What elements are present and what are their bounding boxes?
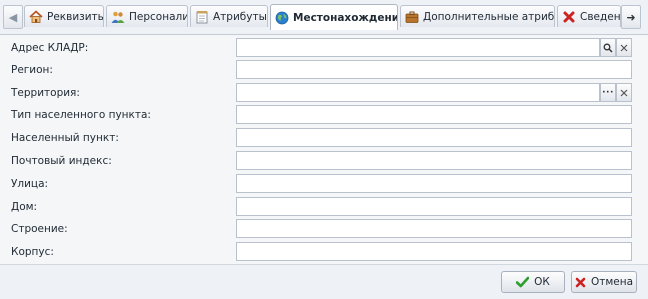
naselennyi-punkt-input[interactable]	[236, 128, 632, 147]
field-label: Адрес КЛАДР:	[11, 42, 89, 54]
location-form: Адрес КЛАДР: Регион: Территория: ··· Тип…	[0, 35, 648, 265]
tab-dopolnitelnye-atributy[interactable]: Дополнительные атрибуты	[400, 5, 555, 27]
tab-label: Атрибуты	[213, 10, 267, 23]
pochtovyi-indeks-input[interactable]	[236, 151, 632, 170]
field-label: Почтовый индекс:	[11, 155, 112, 167]
select-button[interactable]: ···	[600, 83, 616, 102]
notepad-icon	[195, 10, 209, 24]
tab-label: Дополнительные атрибуты	[423, 10, 555, 23]
form-row-dom: Дом:	[0, 197, 648, 219]
clear-icon	[620, 44, 628, 51]
form-row-adres-kladr: Адрес КЛАДР:	[0, 38, 648, 60]
clear-button[interactable]	[616, 38, 632, 57]
tab-atributy[interactable]: Атрибуты	[190, 5, 268, 27]
stroenie-input[interactable]	[236, 219, 632, 238]
tab-label: Реквизиты	[47, 10, 104, 23]
tab-svedeniya[interactable]: Сведения	[557, 5, 621, 27]
tab-rekvizity[interactable]: Реквизиты	[24, 5, 104, 27]
arrow-right-icon: ➜	[626, 10, 636, 24]
field-label: Дом:	[11, 201, 38, 213]
ulitsa-input[interactable]	[236, 174, 632, 193]
adres-kladr-input[interactable]	[236, 38, 600, 57]
form-row-ulitsa: Улица:	[0, 174, 648, 196]
field-label: Населенный пункт:	[11, 132, 119, 144]
form-row-naselennyi-punkt: Населенный пункт:	[0, 128, 648, 150]
arrow-left-icon: ◀	[8, 10, 18, 24]
ok-button-label: ОК	[534, 276, 550, 288]
tab-label: Персоналии	[129, 10, 187, 23]
cancel-button-label: Отмена	[590, 276, 634, 288]
tab-bar: ◀ Реквизиты Персоналии Атрибуты Местонах…	[0, 0, 648, 35]
region-input[interactable]	[236, 60, 632, 79]
search-button[interactable]	[600, 38, 616, 57]
clear-button[interactable]	[616, 83, 632, 102]
tip-naselennogo-punkta-input[interactable]	[236, 105, 632, 124]
red-x-icon	[575, 277, 586, 288]
field-label: Улица:	[11, 178, 49, 190]
form-row-region: Регион:	[0, 60, 648, 82]
form-row-pochtovyi-indeks: Почтовый индекс:	[0, 151, 648, 173]
tab-scroll-right-button[interactable]: ➜	[621, 5, 641, 29]
form-row-territoriya: Территория: ···	[0, 83, 648, 105]
users-icon	[111, 10, 125, 24]
red-x-icon	[562, 10, 576, 24]
field-label: Тип населенного пункта:	[11, 109, 151, 121]
clear-icon	[620, 89, 628, 96]
search-icon	[603, 43, 613, 53]
korpus-input[interactable]	[236, 242, 632, 261]
tab-label: Местонахождение	[293, 11, 398, 24]
field-label: Корпус:	[11, 246, 54, 258]
field-label: Регион:	[11, 64, 53, 76]
tab-personalii[interactable]: Персоналии	[106, 5, 188, 27]
field-label: Строение:	[11, 223, 68, 235]
form-row-stroenie: Строение:	[0, 219, 648, 241]
checkmark-icon	[516, 276, 530, 288]
dialog-footer: ОК Отмена	[0, 265, 648, 299]
globe-icon	[275, 11, 289, 25]
cancel-button[interactable]: Отмена	[571, 271, 637, 293]
form-row-tip-naselennogo-punkta: Тип населенного пункта:	[0, 105, 648, 127]
form-row-korpus: Корпус:	[0, 242, 648, 264]
field-label: Территория:	[11, 87, 80, 99]
ok-button[interactable]: ОК	[501, 271, 565, 293]
territoriya-input[interactable]	[236, 83, 600, 102]
house-icon	[29, 9, 43, 24]
briefcase-icon	[405, 10, 419, 24]
ellipsis-icon: ···	[602, 87, 614, 98]
tab-label: Сведения	[580, 10, 621, 23]
tab-mestonakhozhdenie[interactable]: Местонахождение	[270, 4, 398, 30]
tab-scroll-left-button[interactable]: ◀	[3, 5, 23, 29]
dom-input[interactable]	[236, 197, 632, 216]
